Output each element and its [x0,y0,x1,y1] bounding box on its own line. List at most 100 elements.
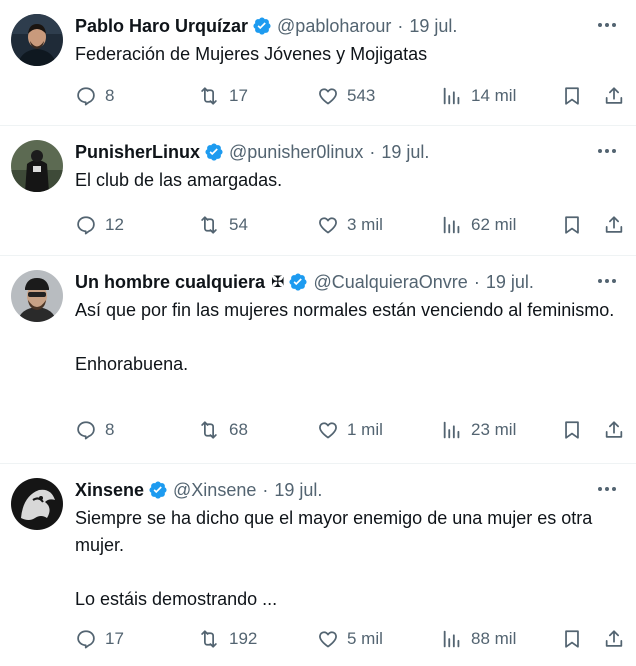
views-button[interactable]: 88 mil [441,628,516,650]
tweet-header: Pablo Haro Urquízar @pabloharour · 19 ju… [75,14,457,38]
share-upload-icon [603,628,625,650]
speech-bubble-icon [75,419,105,441]
like-count: 3 mil [347,215,383,234]
reply-button[interactable]: 12 [75,214,124,236]
retweet-button[interactable]: 192 [197,628,257,650]
author-handle[interactable]: @pabloharour [277,16,391,37]
tweet-text-line: Lo estáis demostrando ... [75,589,278,609]
verified-badge-icon [288,272,308,292]
cross-symbol: ✠ [271,274,285,291]
tweet-text: Federación de Mujeres Jóvenes y Mojigata… [75,41,620,68]
bookmark-button[interactable] [561,419,583,441]
author-handle[interactable]: @punisher0linux [229,142,363,163]
views-count: 62 mil [471,215,517,234]
tweet-date[interactable]: 19 jul. [409,16,457,37]
tweet-header: PunisherLinux @punisher0linux · 19 jul. [75,140,429,164]
tweet-date[interactable]: 19 jul. [381,142,429,163]
retweet-button[interactable]: 54 [197,214,248,236]
author-handle[interactable]: @Xinsene [173,480,256,501]
retweet-count: 68 [229,420,248,439]
more-dots-icon[interactable] [596,140,618,162]
like-button[interactable]: 3 mil [317,214,383,236]
more-dots-icon[interactable] [596,270,618,292]
tweet-text: Siempre se ha dicho que el mayor enemigo… [75,505,620,613]
like-button[interactable]: 5 mil [317,628,383,650]
action-bar: 17 192 5 mil 88 mil [75,628,625,652]
heart-icon [317,628,347,650]
avatar[interactable] [11,14,63,66]
tweet[interactable]: Un hombre cualquiera ✠ @CualquieraOnvre … [0,256,636,464]
author-name[interactable]: Xinsene [75,480,144,501]
separator: · [262,479,269,500]
avatar[interactable] [11,478,63,530]
share-upload-icon [603,85,625,107]
like-button[interactable]: 1 mil [317,419,383,441]
tweet-date[interactable]: 19 jul. [274,480,322,501]
more-dots-icon[interactable] [596,478,618,500]
author-name[interactable]: Pablo Haro Urquízar [75,16,248,37]
reply-count: 12 [105,215,124,234]
views-button[interactable]: 14 mil [441,85,516,107]
verified-badge-icon [204,142,224,162]
like-count: 543 [347,86,376,105]
bar-chart-icon [441,85,471,107]
author-name[interactable]: PunisherLinux [75,142,200,163]
bookmark-icon [561,419,583,441]
bookmark-button[interactable] [561,628,583,650]
share-button[interactable] [603,419,625,441]
reply-count: 8 [105,420,115,439]
speech-bubble-icon [75,628,105,650]
tweet-header: Un hombre cualquiera ✠ @CualquieraOnvre … [75,270,534,294]
bookmark-icon [561,628,583,650]
share-button[interactable] [603,628,625,650]
share-button[interactable] [603,214,625,236]
bar-chart-icon [441,419,471,441]
tweet[interactable]: PunisherLinux @punisher0linux · 19 jul. … [0,126,636,256]
avatar[interactable] [11,140,63,192]
retweet-button[interactable]: 17 [197,85,248,107]
tweet-text-line: El club de las amargadas. [75,170,283,190]
reply-button[interactable]: 17 [75,628,124,650]
reply-button[interactable]: 8 [75,85,114,107]
tweet-text-line: Siempre se ha dicho que el mayor enemigo… [75,508,593,555]
verified-badge-icon [252,16,272,36]
views-count: 23 mil [471,420,517,439]
bookmark-icon [561,214,583,236]
bookmark-button[interactable] [561,214,583,236]
tweet[interactable]: Pablo Haro Urquízar @pabloharour · 19 ju… [0,0,636,126]
verified-badge-icon [148,480,168,500]
views-button[interactable]: 62 mil [441,214,516,236]
tweet-text: El club de las amargadas. [75,167,620,194]
retweet-arrows-icon [197,85,229,107]
action-bar: 12 54 3 mil 62 mil [75,214,625,238]
tweet[interactable]: Xinsene @Xinsene · 19 jul. Siempre se ha… [0,464,636,666]
views-button[interactable]: 23 mil [441,419,516,441]
like-count: 1 mil [347,420,383,439]
tweet-text-line: Federación de Mujeres Jóvenes y Mojigata… [75,44,428,64]
tweet-text: Así que por fin las mujeres normales est… [75,297,620,378]
heart-icon [317,214,347,236]
author-handle[interactable]: @CualquieraOnvre [313,272,467,293]
retweet-count: 192 [229,629,258,648]
action-bar: 8 17 543 14 mil [75,85,625,109]
share-button[interactable] [603,85,625,107]
reply-count: 17 [105,629,124,648]
more-dots-icon[interactable] [596,14,618,36]
like-count: 5 mil [347,629,383,648]
separator: · [369,141,376,162]
author-name[interactable]: Un hombre cualquiera [75,272,265,293]
separator: · [473,271,480,292]
retweet-count: 17 [229,86,248,105]
tweet-text-line: Así que por fin las mujeres normales est… [75,300,615,320]
like-button[interactable]: 543 [317,85,375,107]
tweet-text-line: Enhorabuena. [75,354,189,374]
retweet-button[interactable]: 68 [197,419,248,441]
reply-button[interactable]: 8 [75,419,114,441]
reply-count: 8 [105,86,115,105]
views-count: 88 mil [471,629,517,648]
bookmark-button[interactable] [561,85,583,107]
avatar[interactable] [11,270,63,322]
retweet-count: 54 [229,215,248,234]
tweet-date[interactable]: 19 jul. [486,272,534,293]
bar-chart-icon [441,214,471,236]
